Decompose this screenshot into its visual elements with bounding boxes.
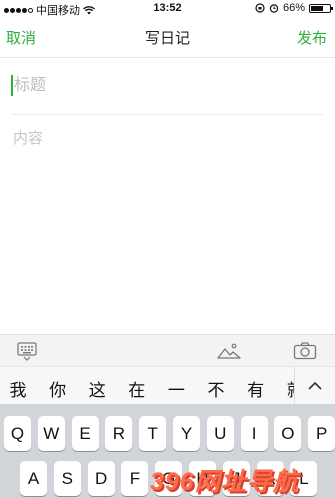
key-p[interactable]: P [308,416,335,451]
key-e[interactable]: E [71,416,99,451]
content-input[interactable] [11,125,325,319]
candidate-list: 我你这在一不有就 [0,367,297,405]
candidate-word[interactable]: 有 [244,376,268,401]
status-right: 66% [255,2,333,14]
status-bar: 中国移动 13:52 66% [0,0,335,17]
key-f[interactable]: F [121,461,149,496]
battery-icon [309,3,333,13]
candidate-word[interactable]: 你 [46,376,70,401]
key-q[interactable]: Q [4,416,31,451]
watermark-text: 396网址导航 [150,468,299,496]
key-w[interactable]: W [37,416,65,451]
image-icon[interactable] [217,341,241,361]
title-row [0,57,335,114]
ime-candidate-bar: 我你这在一不有就 [0,366,335,405]
nav-bar: 取消 写日记 发布 [0,17,335,58]
candidate-word[interactable]: 在 [125,376,149,401]
key-u[interactable]: U [206,416,234,451]
camera-icon[interactable] [293,341,317,361]
candidate-word[interactable]: 我 [6,376,30,401]
key-t[interactable]: T [139,416,167,451]
keyboard-icon[interactable] [17,341,37,361]
candidate-word[interactable]: 一 [164,376,188,401]
key-i[interactable]: I [240,416,268,451]
candidate-word[interactable]: 不 [204,376,228,401]
editor-toolbar [0,334,335,367]
alarm-icon [269,4,279,13]
expand-candidates-button[interactable] [294,367,335,405]
key-y[interactable]: Y [173,416,200,451]
watermark: 396网址导航 [150,458,335,498]
key-o[interactable]: O [274,416,302,451]
key-a[interactable]: A [20,461,47,496]
title-input[interactable] [12,71,316,101]
key-d[interactable]: D [87,461,115,496]
key-s[interactable]: S [53,461,81,496]
publish-button[interactable]: 发布 [297,27,327,48]
page-title: 写日记 [144,30,190,47]
title-divider [12,114,323,115]
candidate-word[interactable]: 这 [85,376,109,401]
chevron-up-icon [308,381,322,390]
rotation-lock-icon [255,3,265,13]
battery-percent: 66% [282,2,305,14]
key-r[interactable]: R [105,416,133,451]
